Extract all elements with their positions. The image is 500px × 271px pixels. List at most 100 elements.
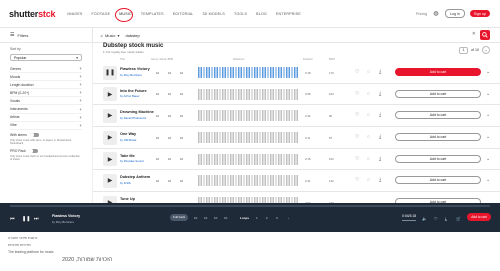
nav-link-blog[interactable]: BLOG [256, 12, 267, 16]
search-input[interactable] [125, 32, 326, 38]
play-icon[interactable]: ▶ [103, 152, 117, 167]
nav-link-editorial[interactable]: EDITORIAL [173, 12, 194, 16]
filters-toggle[interactable]: ☰ Filters [0, 27, 93, 43]
nav-link-templates[interactable]: TEMPLATES [141, 12, 164, 16]
add-to-cart-button[interactable]: Add to cart [395, 111, 481, 120]
find-similar-icon[interactable]: ◌ [367, 91, 370, 97]
track-title[interactable]: Into the Future [120, 89, 147, 93]
find-similar-icon[interactable]: ◌ [367, 177, 370, 183]
pro-pack-toggle[interactable] [28, 148, 38, 154]
track-artist[interactable]: by Arthur Bauer [120, 94, 139, 98]
sort-select[interactable]: Popular ▾ [10, 54, 82, 61]
download-icon[interactable]: ⤓ [379, 134, 381, 140]
facet-instruments[interactable]: Instruments + [10, 105, 82, 114]
facet-genres[interactable]: Genres + [10, 65, 82, 74]
nav-link-3d-models[interactable]: 3D MODELS [202, 12, 225, 16]
player-track-title[interactable]: Flawless Victory [52, 214, 80, 218]
player-meta[interactable]: 10 [214, 216, 217, 220]
pricing-link[interactable]: Pricing [416, 12, 427, 16]
track-title[interactable]: One Way [120, 132, 136, 136]
add-to-cart-button[interactable]: Add to cart [395, 89, 481, 98]
loop-option[interactable]: 2 [266, 216, 268, 220]
download-icon[interactable]: ⤓ [445, 216, 447, 221]
facet-bpm[interactable]: BPM (0-20+) + [10, 89, 82, 98]
nav-link-images[interactable]: IMAGES [67, 12, 82, 16]
track-artist[interactable]: by Kr4lls [120, 181, 131, 185]
add-to-cart-button[interactable]: Add to cart [395, 68, 481, 76]
chevron-down-icon[interactable]: ⌄ [486, 69, 490, 75]
player-add-to-cart-button[interactable]: Add to cart [467, 213, 491, 221]
track-title[interactable]: Drowning Machine [120, 110, 154, 114]
player-meta[interactable]: 10 [224, 216, 227, 220]
heart-icon[interactable]: ♡ [355, 177, 359, 183]
play-icon[interactable]: ▶ [103, 130, 117, 145]
heart-icon[interactable]: ♡ [355, 91, 359, 97]
volume-slider[interactable] [402, 220, 416, 221]
waveform[interactable] [198, 67, 298, 78]
download-icon[interactable]: ⤓ [379, 177, 381, 183]
cart-icon[interactable]: 🛒 [456, 216, 461, 221]
download-icon[interactable]: ⤓ [379, 156, 381, 162]
heart-icon[interactable]: ♡ [355, 134, 359, 140]
facet-artists[interactable]: Artists + [10, 114, 82, 122]
track-artist[interactable]: by Jillit Busta [120, 138, 136, 142]
track-artist[interactable]: by Daniel Photosonic [120, 116, 146, 120]
player-track-artist[interactable]: by Rory Burnbere [52, 220, 74, 224]
skip-back-icon[interactable]: ⏮ [10, 216, 15, 222]
globe-icon[interactable]: ◍ [432, 10, 440, 18]
track-title[interactable]: Dubstep Anthem [120, 175, 150, 179]
heart-icon[interactable]: ♡ [355, 69, 359, 75]
track-title[interactable]: Take Me [120, 154, 135, 158]
track-artist[interactable]: by Rory Burnbere [120, 73, 142, 77]
find-similar-icon[interactable]: ◌ [367, 156, 370, 162]
login-button[interactable]: Log in [445, 9, 465, 18]
player-meta[interactable]: 10 [194, 216, 197, 220]
waveform[interactable] [198, 132, 298, 144]
pause-icon[interactable]: ❚❚ [103, 65, 117, 80]
play-icon[interactable]: ▶ [103, 108, 117, 123]
page-number-input[interactable]: 1 [459, 46, 468, 54]
player-meta[interactable]: 10 [204, 216, 207, 220]
facet-vibe[interactable]: Vibe + [10, 122, 82, 130]
download-icon[interactable]: ⤓ [379, 91, 381, 97]
track-title[interactable]: Tune Up [120, 197, 135, 201]
track-row[interactable]: ▶ Into the Future by Arthur Bauer 10 10 … [93, 84, 500, 106]
loop-option[interactable]: 1 [256, 216, 258, 220]
nav-link-footage[interactable]: FOOTAGE [92, 12, 111, 16]
signup-button[interactable]: Sign up [469, 10, 490, 17]
chevron-down-icon[interactable]: ⌄ [486, 177, 490, 183]
add-to-cart-button[interactable]: Add to cart [395, 176, 481, 185]
add-to-cart-button[interactable]: Add to cart [395, 133, 481, 142]
heart-icon[interactable]: ♡ [355, 112, 359, 118]
track-title[interactable]: Flawless Victory [120, 67, 150, 71]
pause-icon[interactable]: ❚❚ [22, 216, 30, 222]
track-row[interactable]: ▶ Take Me by Pancake Sound 10 10 10 2:15… [93, 149, 500, 171]
facet-moods[interactable]: Moods + [10, 73, 82, 82]
player-progress-bar[interactable] [10, 204, 490, 207]
facet-length[interactable]: Length duration + [10, 81, 82, 90]
nav-link-music[interactable]: MUSIC [115, 7, 133, 22]
nav-link-enterprise[interactable]: ENTERPRISE [276, 12, 301, 16]
download-icon[interactable]: ⤓ [379, 69, 381, 75]
track-artist[interactable]: by Pancake Sound [120, 159, 143, 163]
clear-search-icon[interactable]: ✕ [472, 31, 476, 37]
track-row[interactable]: ❚❚ Flawless Victory by Rory Burnbere 10 … [93, 62, 500, 84]
full-track-pill[interactable]: Full track [170, 213, 189, 221]
volume-icon[interactable]: 🔈 [422, 216, 427, 221]
chevron-down-icon[interactable]: ⌄ [486, 134, 490, 140]
find-similar-icon[interactable]: ◌ [367, 112, 370, 118]
next-page-button[interactable]: › [482, 46, 490, 54]
track-row[interactable]: ▶ Dubstep Anthem by Kr4lls 10 10 10 2:31… [93, 170, 500, 193]
chevron-down-icon[interactable]: ⌄ [486, 112, 490, 118]
track-row[interactable]: ▶ One Way by Jillit Busta 10 10 10 4:11 … [93, 127, 500, 149]
track-row[interactable]: ▶ Drowning Machine by Daniel Photosonic … [93, 105, 500, 128]
chevron-right-icon[interactable]: › [288, 216, 289, 220]
chevron-down-icon[interactable]: ⌄ [486, 156, 490, 162]
find-similar-icon[interactable]: ◌ [367, 134, 370, 140]
waveform[interactable] [198, 110, 298, 122]
chevron-down-icon[interactable]: ⌄ [486, 91, 490, 97]
play-icon[interactable]: ▶ [103, 173, 117, 188]
heart-icon[interactable]: ♡ [434, 216, 438, 221]
shutterstock-logo[interactable]: shutterstck [9, 9, 56, 19]
search-button[interactable] [480, 30, 490, 40]
